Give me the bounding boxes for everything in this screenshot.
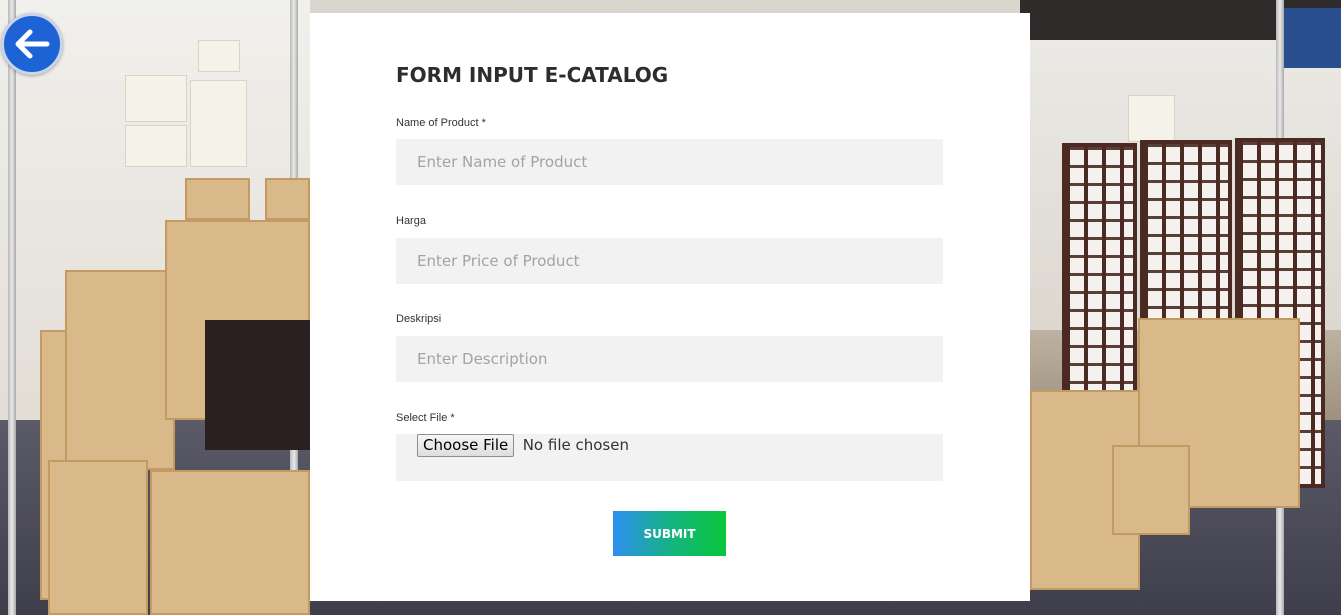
price-label: Harga <box>396 215 426 227</box>
wooden-shelf <box>65 270 175 470</box>
wall-poster <box>1128 95 1175 142</box>
dark-chair <box>205 320 310 450</box>
product-name-label: Name of Product * <box>396 117 486 129</box>
wooden-crate <box>48 460 148 615</box>
file-status-text: No file chosen <box>522 436 629 454</box>
wooden-chair <box>150 470 310 615</box>
wall-poster <box>125 75 187 122</box>
wooden-stool <box>1112 445 1190 535</box>
folding-screen-panel <box>1140 140 1232 330</box>
form-title: FORM INPUT E-CATALOG <box>396 63 669 87</box>
product-name-input[interactable] <box>396 139 943 185</box>
description-label: Deskripsi <box>396 313 442 325</box>
back-button[interactable] <box>1 13 63 75</box>
form-card: FORM INPUT E-CATALOG Name of Product * H… <box>310 13 1030 601</box>
arrow-left-icon <box>14 29 50 59</box>
choose-file-button[interactable]: Choose File <box>417 434 515 457</box>
booth-sign <box>1280 8 1341 68</box>
file-label: Select File * <box>396 412 455 424</box>
wall-poster <box>125 125 187 167</box>
wall-poster <box>190 80 247 167</box>
submit-button[interactable]: SUBMIT <box>613 511 726 556</box>
wooden-box <box>265 178 310 220</box>
wall-poster <box>198 40 240 72</box>
wooden-box <box>185 178 250 220</box>
description-input[interactable] <box>396 336 943 382</box>
price-input[interactable] <box>396 238 943 284</box>
booth-pole <box>8 0 16 615</box>
file-input[interactable]: Choose File No file chosen <box>396 434 943 481</box>
